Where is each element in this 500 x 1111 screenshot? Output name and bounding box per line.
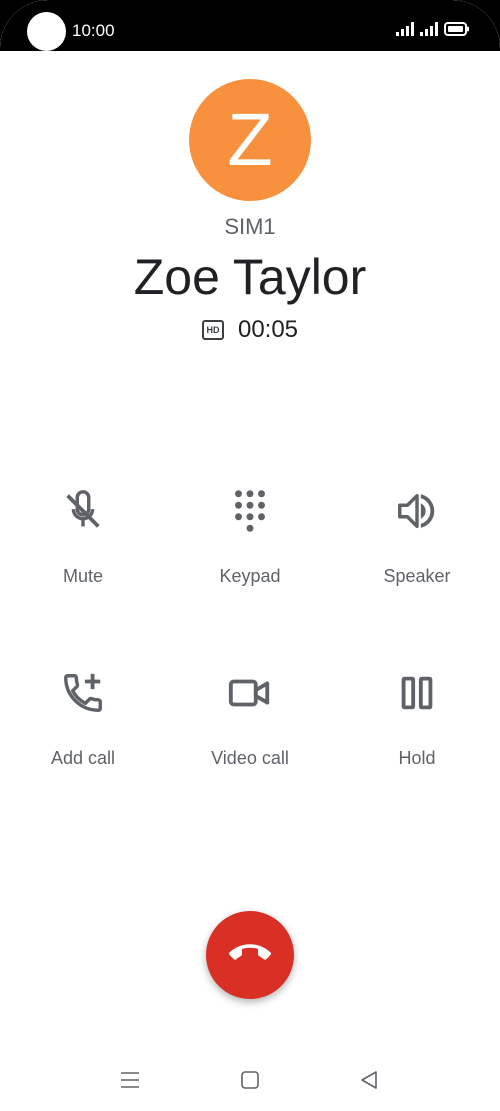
speaker-label: Speaker: [383, 566, 451, 586]
camera-cutout: [27, 12, 66, 51]
add-call-button[interactable]: Add call: [3, 670, 163, 769]
keypad-button[interactable]: Keypad: [170, 488, 330, 587]
mute-button[interactable]: Mute: [3, 488, 163, 587]
avatar: Z: [189, 79, 311, 201]
keypad-label: Keypad: [219, 566, 281, 586]
mic-off-icon: [60, 488, 106, 534]
home-icon[interactable]: [238, 1068, 262, 1092]
speaker-icon: [394, 488, 440, 534]
status-time: 10:00: [72, 21, 115, 40]
end-call-button[interactable]: [206, 911, 294, 999]
call-duration: 00:05: [237, 316, 299, 343]
hd-icon: HD: [201, 320, 224, 340]
pause-icon: [394, 670, 440, 716]
dialpad-icon: [227, 488, 273, 534]
in-call-screen: 10:00 Z SIM1 Zoe Taylor HD 00:05 Mute Ke…: [0, 0, 500, 1111]
status-bar: 10:00: [0, 0, 500, 51]
status-icons: [396, 22, 470, 41]
avatar-letter: Z: [227, 98, 273, 181]
videocam-icon: [227, 670, 273, 716]
battery-icon: [444, 22, 470, 41]
speaker-button[interactable]: Speaker: [337, 488, 497, 587]
signal-icon: [420, 22, 438, 41]
hold-label: Hold: [398, 748, 436, 768]
signal-icon: [396, 22, 414, 41]
sim-label: SIM1: [224, 214, 276, 239]
video-call-button[interactable]: Video call: [170, 670, 330, 769]
navigation-bar: [0, 1060, 500, 1100]
back-icon[interactable]: [357, 1068, 381, 1092]
add-call-label: Add call: [50, 748, 116, 768]
end-call-icon: [229, 932, 271, 979]
call-info: HD 00:05: [0, 316, 500, 344]
caller-name: Zoe Taylor: [133, 249, 367, 305]
add-call-icon: [60, 670, 106, 716]
hold-button[interactable]: Hold: [337, 670, 497, 769]
menu-icon[interactable]: [118, 1068, 142, 1092]
mute-label: Mute: [62, 566, 104, 586]
video-call-label: Video call: [211, 748, 289, 768]
